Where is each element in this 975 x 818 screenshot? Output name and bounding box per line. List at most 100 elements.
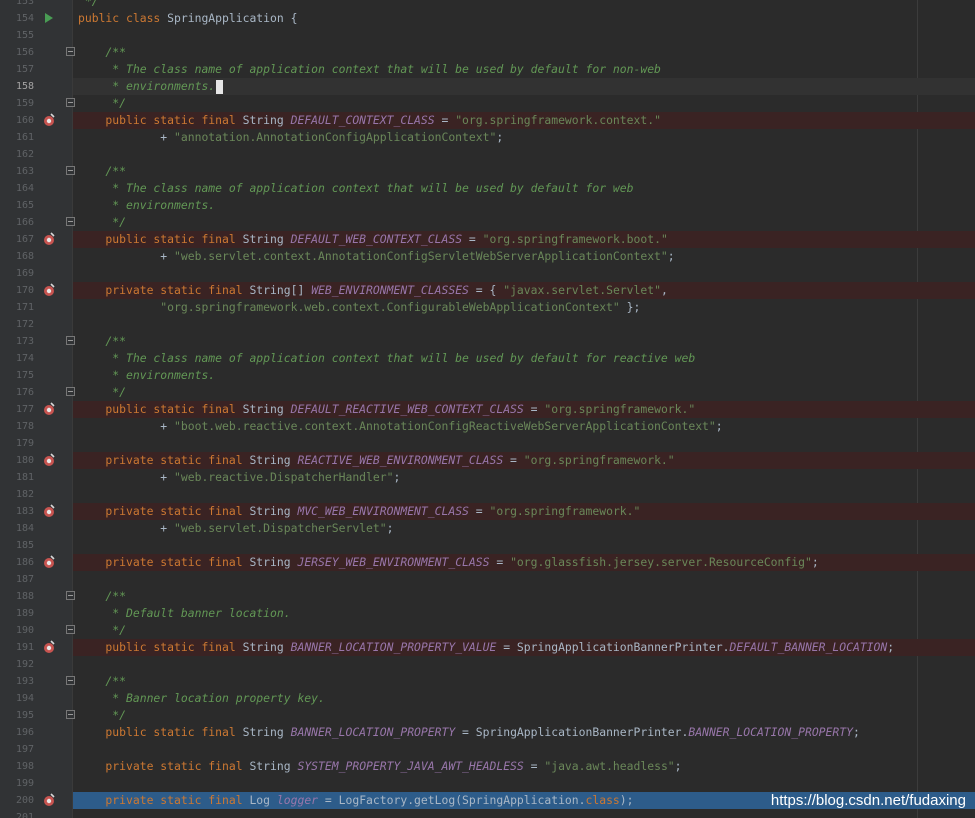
line-number[interactable]: 182 — [0, 486, 34, 503]
line-number[interactable]: 162 — [0, 146, 34, 163]
line-number[interactable]: 196 — [0, 724, 34, 741]
code-line[interactable]: 155 — [0, 27, 975, 44]
code-text[interactable]: */ — [73, 214, 975, 231]
code-text[interactable]: */ — [73, 622, 975, 639]
code-text[interactable]: * Banner location property key. — [73, 690, 975, 707]
field-breakpoint-icon[interactable] — [42, 793, 56, 807]
code-text[interactable] — [73, 571, 975, 588]
line-number[interactable]: 159 — [0, 95, 34, 112]
line-number[interactable]: 174 — [0, 350, 34, 367]
code-text[interactable]: public static final String DEFAULT_CONTE… — [73, 112, 975, 129]
line-number[interactable]: 168 — [0, 248, 34, 265]
code-text[interactable]: private static final String[] WEB_ENVIRO… — [73, 282, 975, 299]
code-text[interactable]: * environments. — [73, 367, 975, 384]
code-text[interactable]: * environments. — [73, 78, 975, 95]
line-number[interactable]: 157 — [0, 61, 34, 78]
line-number[interactable]: 188 — [0, 588, 34, 605]
line-number[interactable]: 183 — [0, 503, 34, 520]
code-line[interactable]: 173 /** — [0, 333, 975, 350]
code-text[interactable] — [73, 146, 975, 163]
code-text[interactable]: private static final String MVC_WEB_ENVI… — [73, 503, 975, 520]
line-number[interactable]: 173 — [0, 333, 34, 350]
code-line[interactable]: 185 — [0, 537, 975, 554]
code-line[interactable]: 164 * The class name of application cont… — [0, 180, 975, 197]
code-line[interactable]: 153 */ — [0, 0, 975, 10]
code-line[interactable]: 166 */ — [0, 214, 975, 231]
code-line[interactable]: 158 * environments. — [0, 78, 975, 95]
field-breakpoint-icon[interactable] — [42, 504, 56, 518]
code-text[interactable] — [73, 656, 975, 673]
code-line[interactable]: 183 private static final String MVC_WEB_… — [0, 503, 975, 520]
code-text[interactable]: * environments. — [73, 197, 975, 214]
line-number[interactable]: 172 — [0, 316, 34, 333]
code-text[interactable] — [73, 435, 975, 452]
code-line[interactable]: 172 — [0, 316, 975, 333]
line-number[interactable]: 165 — [0, 197, 34, 214]
run-icon[interactable] — [42, 11, 56, 25]
line-number[interactable]: 195 — [0, 707, 34, 724]
line-number[interactable]: 178 — [0, 418, 34, 435]
code-text[interactable]: public static final String DEFAULT_WEB_C… — [73, 231, 975, 248]
line-number[interactable]: 170 — [0, 282, 34, 299]
line-number[interactable]: 186 — [0, 554, 34, 571]
line-number[interactable]: 187 — [0, 571, 34, 588]
line-number[interactable]: 153 — [0, 0, 34, 10]
code-text[interactable] — [73, 27, 975, 44]
code-line[interactable]: 157 * The class name of application cont… — [0, 61, 975, 78]
code-line[interactable]: 154 public class SpringApplication { — [0, 10, 975, 27]
code-line[interactable]: 156 /** — [0, 44, 975, 61]
code-line[interactable]: 176 */ — [0, 384, 975, 401]
line-number[interactable]: 180 — [0, 452, 34, 469]
code-line[interactable]: 159 */ — [0, 95, 975, 112]
code-text[interactable]: */ — [73, 707, 975, 724]
line-number[interactable]: 179 — [0, 435, 34, 452]
line-number[interactable]: 164 — [0, 180, 34, 197]
code-text[interactable]: /** — [73, 333, 975, 350]
code-text[interactable]: private static final String REACTIVE_WEB… — [73, 452, 975, 469]
code-text[interactable] — [73, 809, 975, 818]
code-text[interactable]: + "web.servlet.context.AnnotationConfigS… — [73, 248, 975, 265]
line-number[interactable]: 155 — [0, 27, 34, 44]
code-text[interactable]: + "web.reactive.DispatcherHandler"; — [73, 469, 975, 486]
line-number[interactable]: 191 — [0, 639, 34, 656]
line-number[interactable]: 177 — [0, 401, 34, 418]
code-line[interactable]: 196 public static final String BANNER_LO… — [0, 724, 975, 741]
line-number[interactable]: 156 — [0, 44, 34, 61]
code-line[interactable]: 191 public static final String BANNER_LO… — [0, 639, 975, 656]
code-line[interactable]: 167 public static final String DEFAULT_W… — [0, 231, 975, 248]
line-number[interactable]: 197 — [0, 741, 34, 758]
line-number[interactable]: 160 — [0, 112, 34, 129]
code-text[interactable]: */ — [73, 95, 975, 112]
code-line[interactable]: 194 * Banner location property key. — [0, 690, 975, 707]
field-breakpoint-icon[interactable] — [42, 402, 56, 416]
code-line[interactable]: 188 /** — [0, 588, 975, 605]
field-breakpoint-icon[interactable] — [42, 555, 56, 569]
code-line[interactable]: 171 "org.springframework.web.context.Con… — [0, 299, 975, 316]
code-line[interactable]: 182 — [0, 486, 975, 503]
code-text[interactable]: public static final String BANNER_LOCATI… — [73, 639, 975, 656]
code-text[interactable]: + "boot.web.reactive.context.AnnotationC… — [73, 418, 975, 435]
code-line[interactable]: 193 /** — [0, 673, 975, 690]
code-text[interactable]: private static final String JERSEY_WEB_E… — [73, 554, 975, 571]
code-line[interactable]: 197 — [0, 741, 975, 758]
line-number[interactable]: 193 — [0, 673, 34, 690]
code-line[interactable]: 163 /** — [0, 163, 975, 180]
field-breakpoint-icon[interactable] — [42, 640, 56, 654]
code-text[interactable] — [73, 486, 975, 503]
code-text[interactable]: private static final String SYSTEM_PROPE… — [73, 758, 975, 775]
code-line[interactable]: 198 private static final String SYSTEM_P… — [0, 758, 975, 775]
code-text[interactable]: /** — [73, 44, 975, 61]
line-number[interactable]: 154 — [0, 10, 34, 27]
code-text[interactable]: * Default banner location. — [73, 605, 975, 622]
code-text[interactable]: "org.springframework.web.context.Configu… — [73, 299, 975, 316]
code-editor[interactable]: 153 */154 public class SpringApplication … — [0, 0, 975, 818]
code-text[interactable]: * The class name of application context … — [73, 350, 975, 367]
code-line[interactable]: 187 — [0, 571, 975, 588]
line-number[interactable]: 200 — [0, 792, 34, 809]
code-text[interactable] — [73, 265, 975, 282]
line-number[interactable]: 198 — [0, 758, 34, 775]
line-number[interactable]: 201 — [0, 809, 34, 818]
code-text[interactable]: * The class name of application context … — [73, 180, 975, 197]
code-line[interactable]: 179 — [0, 435, 975, 452]
code-text[interactable]: + "annotation.AnnotationConfigApplicatio… — [73, 129, 975, 146]
